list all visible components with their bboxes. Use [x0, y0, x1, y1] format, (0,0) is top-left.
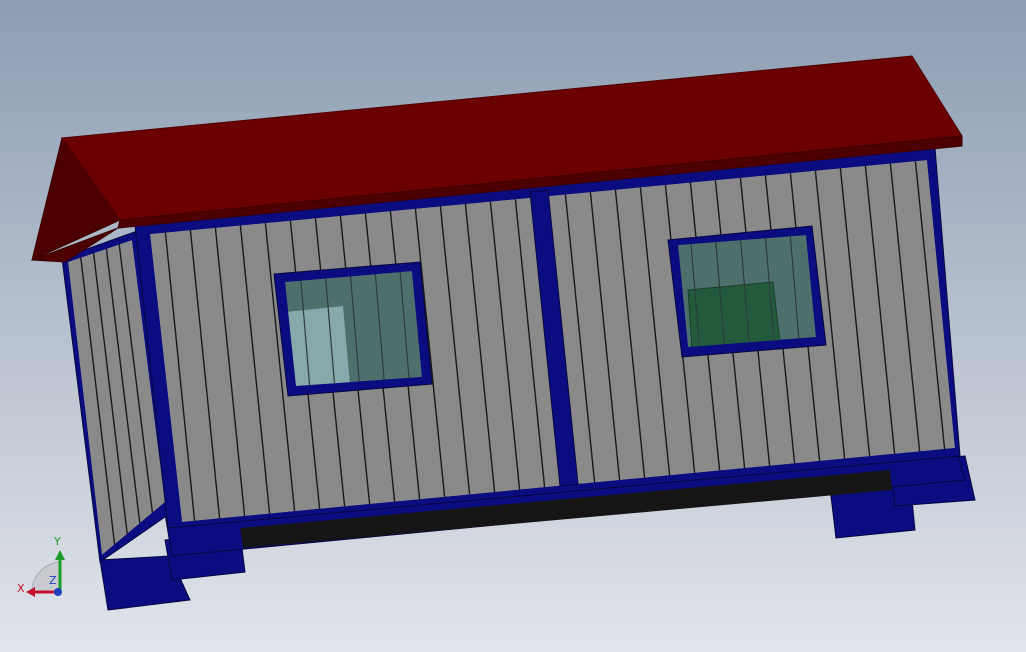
triad-x-label: X [17, 582, 25, 595]
window-right-interior-panel [687, 281, 781, 347]
triad-z-label: Z [49, 574, 57, 587]
3d-viewport[interactable]: X Y Z [0, 0, 1026, 652]
window-left-reflection [286, 306, 350, 386]
triad-y-label: Y [53, 535, 61, 548]
triad-z-axis [54, 588, 62, 596]
